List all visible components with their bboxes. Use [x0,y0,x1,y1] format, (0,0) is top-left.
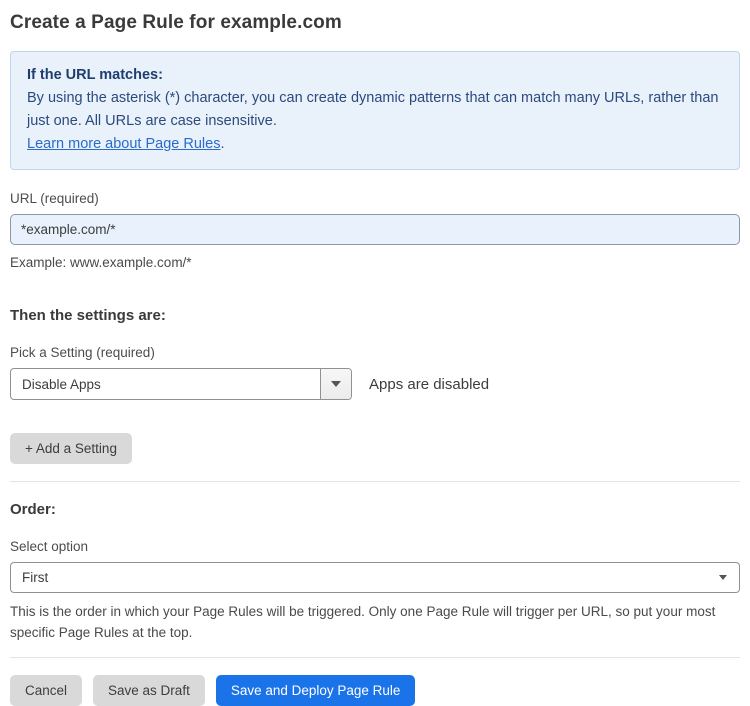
settings-section-heading: Then the settings are: [10,307,166,324]
setting-dropdown-value: Disable Apps [22,376,101,392]
order-section-heading: Order: [10,501,56,518]
save-and-deploy-button[interactable]: Save and Deploy Page Rule [215,675,416,706]
url-field-label: URL (required) [10,191,99,206]
url-match-info-box: If the URL matches: By using the asteris… [10,51,740,170]
page-title: Create a Page Rule for example.com [10,12,342,33]
setting-dropdown[interactable]: Disable Apps [10,368,352,400]
caret-down-icon [719,575,727,580]
order-select-label: Select option [10,539,89,554]
setting-dropdown-caret-button[interactable] [320,369,351,399]
save-as-draft-button[interactable]: Save as Draft [93,675,205,706]
add-setting-button[interactable]: + Add a Setting [10,433,132,464]
setting-row: Disable Apps Apps are disabled [10,368,740,400]
setting-picker-label: Pick a Setting (required) [10,345,155,360]
url-input[interactable] [10,214,740,245]
link-period: . [220,136,225,152]
caret-down-icon [331,381,341,387]
order-helper-text: This is the order in which your Page Rul… [10,604,716,640]
learn-more-link[interactable]: Learn more about Page Rules [27,136,220,152]
section-divider [10,481,740,482]
order-select-value: First [22,570,49,585]
url-field-helper: Example: www.example.com/* [10,255,192,270]
footer-actions: Cancel Save as Draft Save and Deploy Pag… [10,675,740,706]
footer-divider [10,657,740,658]
setting-status-text: Apps are disabled [369,375,490,393]
order-select[interactable]: First [10,562,740,593]
info-box-body: By using the asterisk (*) character, you… [27,90,719,129]
create-page-rule-form: Create a Page Rule for example.com If th… [0,0,750,706]
info-box-link-line: Learn more about Page Rules. [27,133,723,156]
info-box-heading: If the URL matches: [27,67,163,83]
cancel-button[interactable]: Cancel [10,675,83,706]
